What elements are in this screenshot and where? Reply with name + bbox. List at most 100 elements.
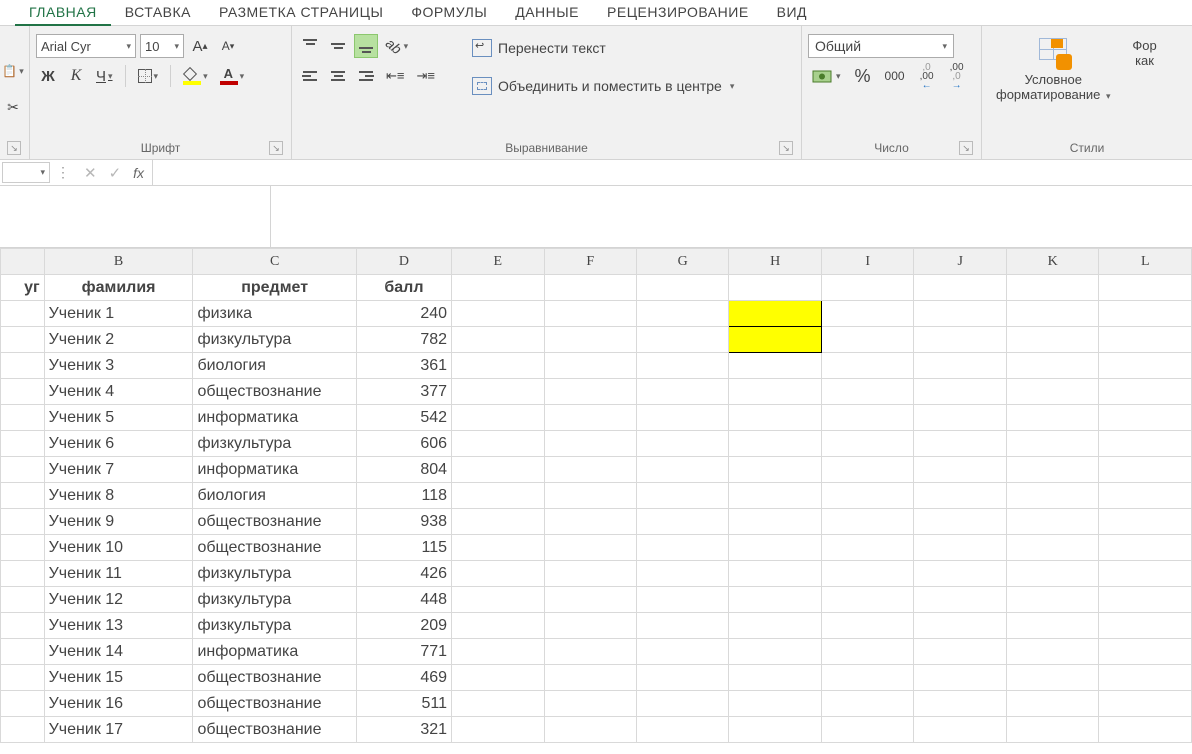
col-header-D[interactable]: D xyxy=(356,249,451,275)
cell-B1[interactable]: фамилия xyxy=(44,275,193,301)
cell-D7[interactable]: 606 xyxy=(356,431,451,457)
table-row[interactable]: Ученик 3биология361 xyxy=(1,353,1192,379)
cell-K18[interactable] xyxy=(1006,717,1099,743)
col-header-F[interactable]: F xyxy=(544,249,636,275)
cell-C5[interactable]: обществознание xyxy=(193,379,356,405)
cell-K11[interactable] xyxy=(1006,535,1099,561)
wrap-text-button[interactable]: Перенести текст xyxy=(466,34,740,62)
cell-J11[interactable] xyxy=(914,535,1006,561)
cell-D14[interactable]: 209 xyxy=(356,613,451,639)
cell-C16[interactable]: обществознание xyxy=(193,665,356,691)
cell-I3[interactable] xyxy=(822,327,914,353)
cell-J13[interactable] xyxy=(914,587,1006,613)
cell-E16[interactable] xyxy=(452,665,544,691)
cell-C10[interactable]: обществознание xyxy=(193,509,356,535)
cell-D1[interactable]: балл xyxy=(356,275,451,301)
formula-input[interactable] xyxy=(152,160,1192,185)
cell-A7[interactable] xyxy=(1,431,45,457)
cell-L6[interactable] xyxy=(1099,405,1192,431)
cell-I15[interactable] xyxy=(822,639,914,665)
cell-G14[interactable] xyxy=(636,613,729,639)
cell-I13[interactable] xyxy=(822,587,914,613)
worksheet-grid[interactable]: B C D E F G H I J K L уг фамилия предмет… xyxy=(0,248,1192,743)
cell-K10[interactable] xyxy=(1006,509,1099,535)
col-header-H[interactable]: H xyxy=(729,249,822,275)
increase-decimal-button[interactable]: ,0,00← xyxy=(915,64,939,88)
cell-A13[interactable] xyxy=(1,587,45,613)
cell-J18[interactable] xyxy=(914,717,1006,743)
cell-D17[interactable]: 511 xyxy=(356,691,451,717)
cell-L11[interactable] xyxy=(1099,535,1192,561)
cell-E15[interactable] xyxy=(452,639,544,665)
cell-B14[interactable]: Ученик 13 xyxy=(44,613,193,639)
cell-K8[interactable] xyxy=(1006,457,1099,483)
cell-F13[interactable] xyxy=(544,587,636,613)
cell-B12[interactable]: Ученик 11 xyxy=(44,561,193,587)
cell-C15[interactable]: информатика xyxy=(193,639,356,665)
cell-I4[interactable] xyxy=(822,353,914,379)
cell-I14[interactable] xyxy=(822,613,914,639)
decrease-font-size-button[interactable]: А▾ xyxy=(216,34,240,58)
cell-L3[interactable] xyxy=(1099,327,1192,353)
align-left-button[interactable] xyxy=(298,64,322,88)
cell-I17[interactable] xyxy=(822,691,914,717)
cell-J6[interactable] xyxy=(914,405,1006,431)
cell-F3[interactable] xyxy=(544,327,636,353)
cell-J5[interactable] xyxy=(914,379,1006,405)
cell-D4[interactable]: 361 xyxy=(356,353,451,379)
comma-style-button[interactable]: 000 xyxy=(881,64,909,88)
cell-F2[interactable] xyxy=(544,301,636,327)
cell[interactable] xyxy=(729,275,822,301)
cell-I12[interactable] xyxy=(822,561,914,587)
cell-K3[interactable] xyxy=(1006,327,1099,353)
cell-E8[interactable] xyxy=(452,457,544,483)
cell-F11[interactable] xyxy=(544,535,636,561)
cell-G6[interactable] xyxy=(636,405,729,431)
cell-D2[interactable]: 240 xyxy=(356,301,451,327)
cell-H16[interactable] xyxy=(729,665,822,691)
cell-F14[interactable] xyxy=(544,613,636,639)
cell-L14[interactable] xyxy=(1099,613,1192,639)
cell-E9[interactable] xyxy=(452,483,544,509)
cell-K4[interactable] xyxy=(1006,353,1099,379)
cell-B4[interactable]: Ученик 3 xyxy=(44,353,193,379)
cell-J10[interactable] xyxy=(914,509,1006,535)
cell-D11[interactable]: 115 xyxy=(356,535,451,561)
table-header-row[interactable]: уг фамилия предмет балл xyxy=(1,275,1192,301)
cell-L17[interactable] xyxy=(1099,691,1192,717)
cell-J15[interactable] xyxy=(914,639,1006,665)
cell-I7[interactable] xyxy=(822,431,914,457)
cell-A3[interactable] xyxy=(1,327,45,353)
cell-E18[interactable] xyxy=(452,717,544,743)
cell-A16[interactable] xyxy=(1,665,45,691)
cell-L13[interactable] xyxy=(1099,587,1192,613)
cell-G10[interactable] xyxy=(636,509,729,535)
cell-G8[interactable] xyxy=(636,457,729,483)
ribbon-tab-data[interactable]: ДАННЫЕ xyxy=(501,0,593,25)
cell-B7[interactable]: Ученик 6 xyxy=(44,431,193,457)
cell-K15[interactable] xyxy=(1006,639,1099,665)
conditional-formatting-button[interactable]: Условноеформатирование ▾ xyxy=(988,36,1119,104)
cell-D18[interactable]: 321 xyxy=(356,717,451,743)
cell-A17[interactable] xyxy=(1,691,45,717)
cell-F12[interactable] xyxy=(544,561,636,587)
cell-G9[interactable] xyxy=(636,483,729,509)
cell-G16[interactable] xyxy=(636,665,729,691)
cell-A15[interactable] xyxy=(1,639,45,665)
cell-A10[interactable] xyxy=(1,509,45,535)
cell-K13[interactable] xyxy=(1006,587,1099,613)
cell-E11[interactable] xyxy=(452,535,544,561)
cell[interactable] xyxy=(452,275,544,301)
table-row[interactable]: Ученик 8биология118 xyxy=(1,483,1192,509)
cell-E17[interactable] xyxy=(452,691,544,717)
cell-L18[interactable] xyxy=(1099,717,1192,743)
cell-B6[interactable]: Ученик 5 xyxy=(44,405,193,431)
select-all-corner[interactable] xyxy=(1,249,45,275)
cell-E5[interactable] xyxy=(452,379,544,405)
cell-J4[interactable] xyxy=(914,353,1006,379)
cell-B9[interactable]: Ученик 8 xyxy=(44,483,193,509)
clipboard-dialog-launcher-icon[interactable]: ↘ xyxy=(7,141,21,155)
cell-E4[interactable] xyxy=(452,353,544,379)
cell-F17[interactable] xyxy=(544,691,636,717)
cell-C8[interactable]: информатика xyxy=(193,457,356,483)
